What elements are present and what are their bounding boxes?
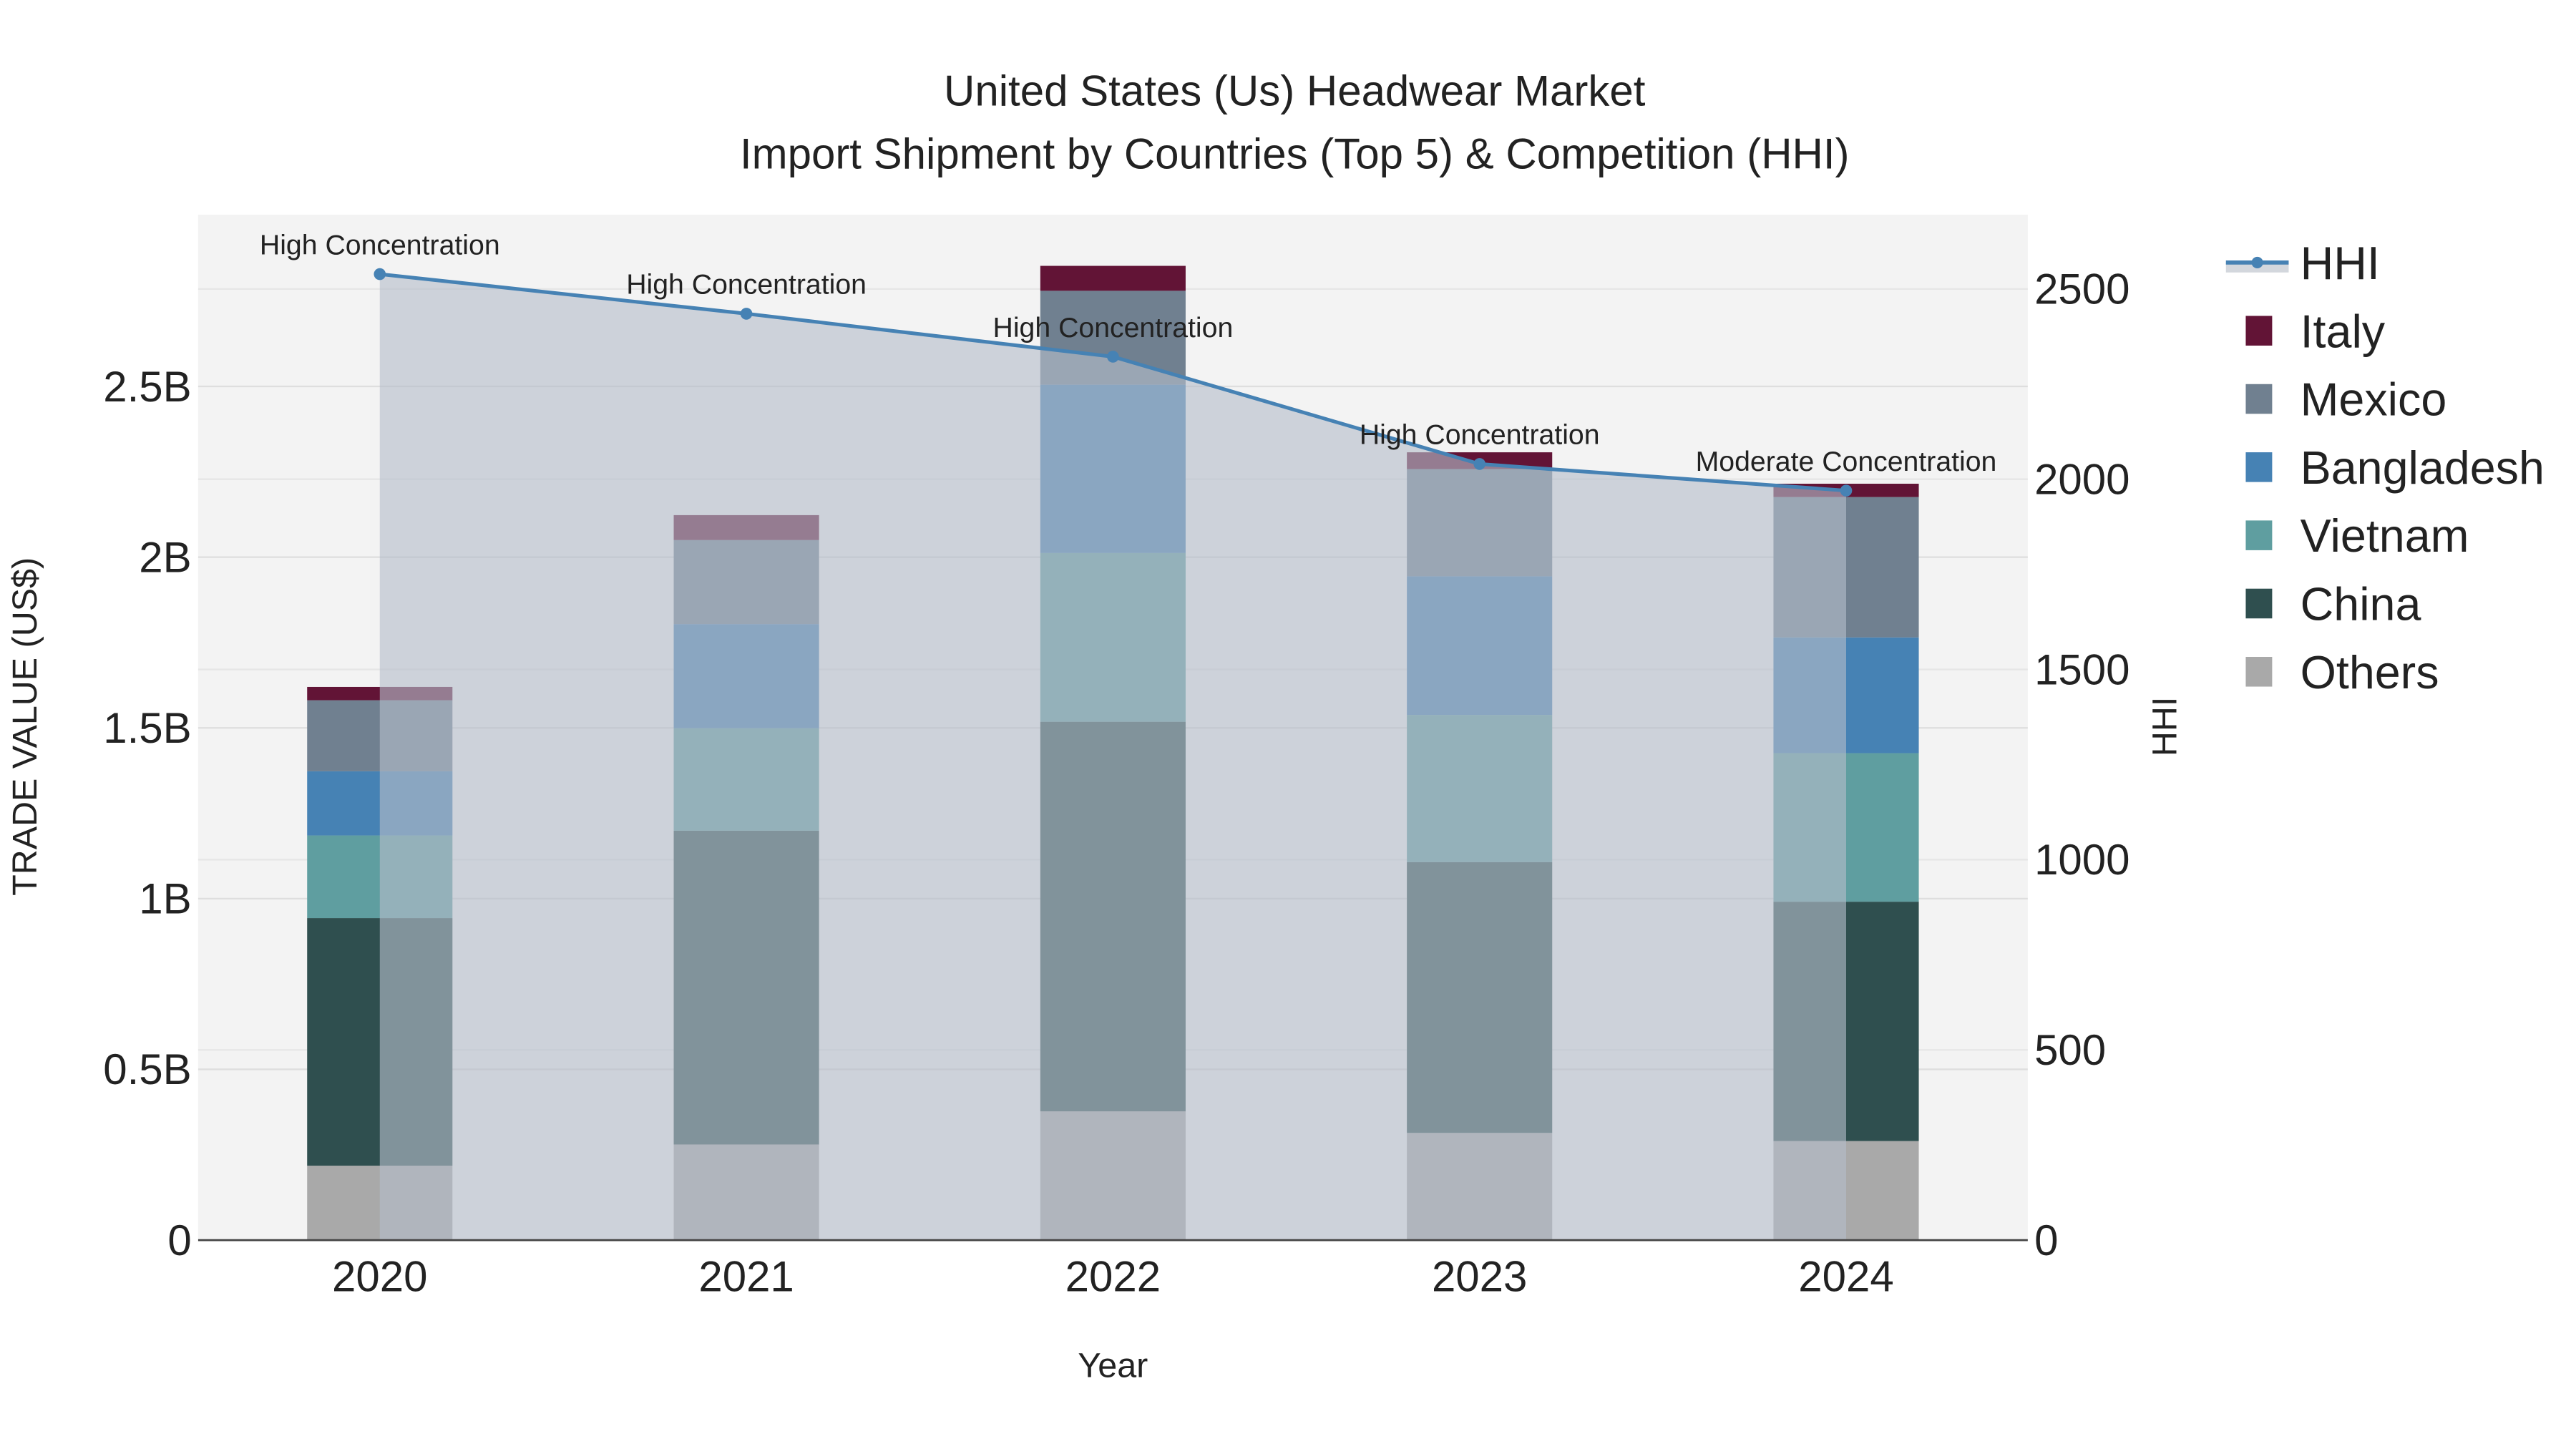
y-tick-label: 0	[167, 1216, 191, 1264]
y-axis-ticks: 0 0.5B 1B 1.5B 2B 2.5B	[103, 363, 191, 1264]
legend-label: Bangladesh	[2301, 442, 2545, 494]
y2-tick-label: 0	[2034, 1216, 2058, 1264]
y2-tick-label: 2500	[2034, 265, 2129, 313]
legend-item-hhi[interactable]: HHI	[2225, 238, 2380, 289]
legend-swatch-italy	[2245, 316, 2273, 346]
y-tick-label: 0.5B	[103, 1045, 191, 1093]
legend-item-others[interactable]: Others	[2245, 647, 2439, 698]
legend-swatch-mexico	[2245, 384, 2273, 414]
legend-item-bangladesh[interactable]: Bangladesh	[2245, 442, 2545, 494]
y-tick-label: 1B	[139, 875, 191, 923]
y-tick-label: 2B	[139, 533, 191, 581]
y2-tick-label: 2000	[2034, 455, 2129, 503]
legend-hhi-marker	[2251, 256, 2263, 268]
legend-swatch-vietnam	[2245, 520, 2273, 550]
legend-label: HHI	[2301, 238, 2380, 289]
x-tick-label: 2022	[1065, 1253, 1161, 1301]
legend-item-vietnam[interactable]: Vietnam	[2245, 510, 2469, 562]
legend[interactable]: HHI Italy Mexico Bangladesh Vietnam China Othe…	[2225, 238, 2545, 698]
x-tick-label: 2020	[332, 1253, 427, 1301]
legend-swatch-bangladesh	[2245, 452, 2273, 482]
x-axis-ticks: 2020 2021 2022 2023 2024	[332, 1253, 1894, 1301]
hhi-annotation: Moderate Concentration	[1696, 446, 1997, 477]
legend-label: China	[2301, 579, 2421, 630]
legend-item-italy[interactable]: Italy	[2245, 306, 2386, 357]
x-tick-label: 2024	[1798, 1253, 1893, 1301]
legend-swatch-china	[2245, 588, 2273, 619]
chart-title-line2: Import Shipment by Countries (Top 5) & C…	[740, 130, 1850, 177]
x-tick-label: 2021	[698, 1253, 794, 1301]
y2-tick-label: 500	[2034, 1026, 2106, 1074]
hhi-annotation: High Concentration	[626, 269, 867, 301]
legend-label: Mexico	[2301, 374, 2447, 426]
y2-axis-label: HHI	[2146, 697, 2185, 756]
hhi-point-2022	[1107, 351, 1119, 363]
legend-swatch-others	[2245, 657, 2273, 687]
hhi-annotation: High Concentration	[260, 229, 500, 260]
y-tick-label: 2.5B	[103, 363, 191, 411]
hhi-annotation: High Concentration	[1360, 419, 1600, 451]
y2-tick-label: 1500	[2034, 645, 2129, 693]
legend-label: Others	[2301, 647, 2439, 698]
x-tick-label: 2023	[1432, 1253, 1527, 1301]
legend-item-china[interactable]: China	[2245, 579, 2421, 630]
bar-italy-2022	[1040, 265, 1186, 291]
hhi-point-2021	[740, 308, 753, 320]
chart-title-line1: United States (Us) Headwear Market	[944, 67, 1646, 115]
y-tick-label: 1.5B	[103, 704, 191, 752]
hhi-point-2024	[1840, 484, 1853, 497]
legend-label: Vietnam	[2301, 510, 2469, 562]
hhi-annotation: High Concentration	[993, 312, 1234, 343]
y-axis-label: TRADE VALUE (US$)	[6, 557, 44, 896]
chart: High Concentration High Concentration High…	[6, 67, 2545, 1385]
x-axis-label: Year	[1078, 1347, 1148, 1385]
hhi-point-2020	[374, 268, 386, 280]
y2-tick-label: 1000	[2034, 836, 2129, 884]
legend-item-mexico[interactable]: Mexico	[2245, 374, 2446, 426]
legend-label: Italy	[2301, 306, 2386, 357]
y2-axis-ticks: 0 500 1000 1500 2000 2500	[2034, 265, 2129, 1264]
hhi-point-2023	[1473, 458, 1485, 470]
